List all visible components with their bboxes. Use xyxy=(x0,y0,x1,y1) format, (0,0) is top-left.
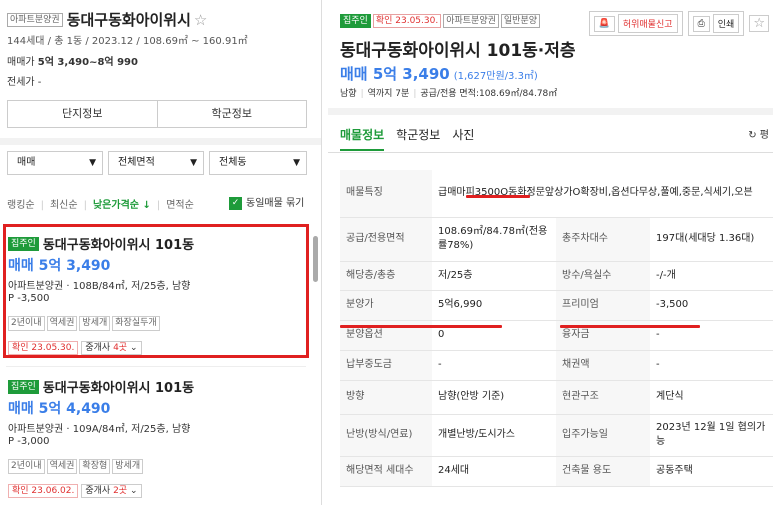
complex-header: 아파트분양권 동대구동화아이위시 ☆ xyxy=(7,9,207,30)
sort-options: 랭킹순 | 최신순 | 낮은가격순 ↓ | 면적순 xyxy=(7,200,194,211)
report-button[interactable]: 🚨 허위매물신고 xyxy=(588,11,683,36)
divider xyxy=(6,366,306,367)
listing-premium: P -3,000 xyxy=(8,436,50,447)
divider xyxy=(328,152,773,153)
print-icon: ⎙ xyxy=(692,15,710,32)
tab-photos[interactable]: 사진 xyxy=(452,126,474,149)
divider xyxy=(0,138,321,145)
siren-icon: 🚨 xyxy=(593,15,615,32)
refresh-icon: ↻ xyxy=(748,130,757,141)
type-tag: 아파트분양권 xyxy=(443,13,499,28)
check-icon: ✓ xyxy=(229,196,242,210)
confirm-date: 확인 23.06.02. xyxy=(8,484,79,498)
listing-type: 아파트분양권 · 108B/84㎡, 저/25층, 남향 xyxy=(8,281,191,292)
deal-type-select[interactable]: 매매 ▼ xyxy=(7,151,103,175)
owner-badge: 집주인 xyxy=(8,236,39,251)
listing-panel: 아파트분양권 동대구동화아이위시 ☆ 144세대 / 총 1동 / 2023.12 … xyxy=(0,0,322,505)
same-listing-checkbox[interactable]: ✓ 동일매물 묶기 xyxy=(229,194,304,210)
keyword-tag: 2년이내 xyxy=(8,459,45,474)
type-tag: 아파트분양권 xyxy=(7,12,63,27)
keyword-tag: 방세개 xyxy=(79,316,111,331)
sort-low-price[interactable]: 낮은가격순 ↓ xyxy=(93,200,151,211)
sort-latest[interactable]: 최신순 xyxy=(50,200,78,211)
tab-complex-info[interactable]: 단지정보 xyxy=(8,101,158,127)
jeonse-price: 전세가 - xyxy=(7,77,42,88)
chevron-down-icon: ▼ xyxy=(89,158,96,168)
row-value: 급매마피3500O동화정문앞상가O확장비,옵션다무상,풀예,중문,식세기,오븐 xyxy=(432,170,773,218)
owner-badge: 집주인 xyxy=(8,379,39,394)
table-row: 공급/전용면적 108.69㎡/84.78㎡(전용률78%) 총주차대수 197대(… xyxy=(340,217,773,262)
print-button[interactable]: ⎙ 인쇄 xyxy=(687,11,745,36)
listing-premium: P -3,500 xyxy=(8,293,50,304)
detail-title: 동대구동화아이위시 101동·저층 xyxy=(340,41,576,61)
listing-price: 매매 5억 3,490 xyxy=(8,258,111,274)
table-row: 매물특징 급매마피3500O동화정문앞상가O확장비,옵션다무상,풀예,중문,식세… xyxy=(340,170,773,218)
tab-school-info[interactable]: 학군정보 xyxy=(396,126,440,149)
detail-tags: 집주인 확인 23.05.30. 아파트분양권 일반분양 xyxy=(340,10,542,29)
listing-price: 매매 5억 4,490 xyxy=(8,401,111,417)
table-row: 난방(방식/연료) 개별난방/도시가스 입주가능일 2023년 12월 1일 협의가… xyxy=(340,414,773,457)
chevron-down-icon: ▼ xyxy=(293,158,300,168)
divider xyxy=(328,108,773,115)
agents-button[interactable]: 중개사 4곳 ⌄ xyxy=(81,341,142,355)
annotation-underline xyxy=(466,195,530,198)
listing-item[interactable]: 집주인 동대구동화아이위시 101동 매매 5억 3,490 아파트분양권 · 1… xyxy=(3,224,309,358)
detail-actions: 🚨 허위매물신고 ⎙ 인쇄 ☆ xyxy=(588,11,769,36)
complex-title: 동대구동화아이위시 xyxy=(66,11,191,29)
area-select[interactable]: 전체면적 ▼ xyxy=(108,151,204,175)
detail-tabs: 매물정보 학군정보 사진 xyxy=(340,124,486,152)
row-key: 매물특징 xyxy=(340,170,432,218)
keyword-tag: 2년이내 xyxy=(8,316,45,331)
keyword-tag: 확장형 xyxy=(79,459,111,474)
listing-item[interactable]: 집주인 동대구동화아이위시 101동 매매 5억 4,490 아파트분양권 · 1… xyxy=(6,370,306,500)
keyword-tag: 방세개 xyxy=(112,459,144,474)
complex-subinfo: 144세대 / 총 1동 / 2023.12 / 108.69㎡ ~ 160.9… xyxy=(7,36,248,47)
listing-keywords: 2년이내 역세권 확장형 방세개 xyxy=(8,453,145,474)
annotation-underline xyxy=(340,325,502,328)
price-range: 매매가 5억 3,490~8억 990 xyxy=(7,57,138,68)
scrollbar[interactable] xyxy=(313,236,318,282)
table-row: 분양가 5억6,990 프리미엄 -3,500 xyxy=(340,290,773,321)
chevron-down-icon: ⌄ xyxy=(129,486,138,496)
table-row: 납부중도금 - 채권액 - xyxy=(340,350,773,381)
keyword-tag: 역세권 xyxy=(46,459,78,474)
detail-table: 매물특징 급매마피3500O동화정문앞상가O확장비,옵션다무상,풀예,중문,식세… xyxy=(340,170,773,487)
table-row: 해당면적 세대수 24세대 건축물 용도 공동주택 xyxy=(340,456,773,487)
detail-info: 남향 | 역까지 7분 | 공급/전용 면적:108.69㎡/84.78㎡ xyxy=(340,89,558,99)
agents-button[interactable]: 중개사 2곳 ⌄ xyxy=(81,484,142,498)
star-icon[interactable]: ☆ xyxy=(749,15,769,32)
chevron-down-icon: ⌄ xyxy=(129,343,138,353)
building-select[interactable]: 전체동 ▼ xyxy=(209,151,307,175)
listing-title: 동대구동화아이위시 101동 xyxy=(42,381,195,396)
detail-panel: 집주인 확인 23.05.30. 아파트분양권 일반분양 🚨 허위매물신고 ⎙ 인쇄 … xyxy=(328,0,773,505)
keyword-tag: 역세권 xyxy=(46,316,78,331)
confirm-date: 확인 23.05.30. xyxy=(8,341,79,355)
sort-area[interactable]: 면적순 xyxy=(166,200,194,211)
star-icon[interactable]: ☆ xyxy=(194,11,207,29)
sort-ranking[interactable]: 랭킹순 xyxy=(7,200,35,211)
keyword-tag: 화장실두개 xyxy=(112,316,160,331)
annotation-underline xyxy=(560,325,700,328)
chevron-down-icon: ▼ xyxy=(190,158,197,168)
owner-badge: 집주인 xyxy=(340,13,371,28)
tab-listing-info[interactable]: 매물정보 xyxy=(340,126,385,151)
detail-price: 매매 5억 3,490 (1,627만원/3.3㎡) xyxy=(340,65,538,83)
table-row: 해당층/총층 저/25층 방수/욕실수 -/-개 xyxy=(340,261,773,291)
sale-type-tag: 일반분양 xyxy=(500,13,541,28)
listing-type: 아파트분양권 · 109A/84㎡, 저/25층, 남향 xyxy=(8,424,191,435)
listing-keywords: 2년이내 역세권 방세개 화장실두개 xyxy=(8,310,162,331)
listing-title: 동대구동화아이위시 101동 xyxy=(42,238,195,253)
table-row: 방향 남향(안방 기준) 현관구조 계단식 xyxy=(340,380,773,415)
complex-tabs: 단지정보 학군정보 xyxy=(7,100,307,128)
refresh-toggle[interactable]: ↻ 평 xyxy=(748,126,769,141)
tab-school-info[interactable]: 학군정보 xyxy=(158,101,307,127)
confirm-tag: 확인 23.05.30. xyxy=(372,13,442,28)
